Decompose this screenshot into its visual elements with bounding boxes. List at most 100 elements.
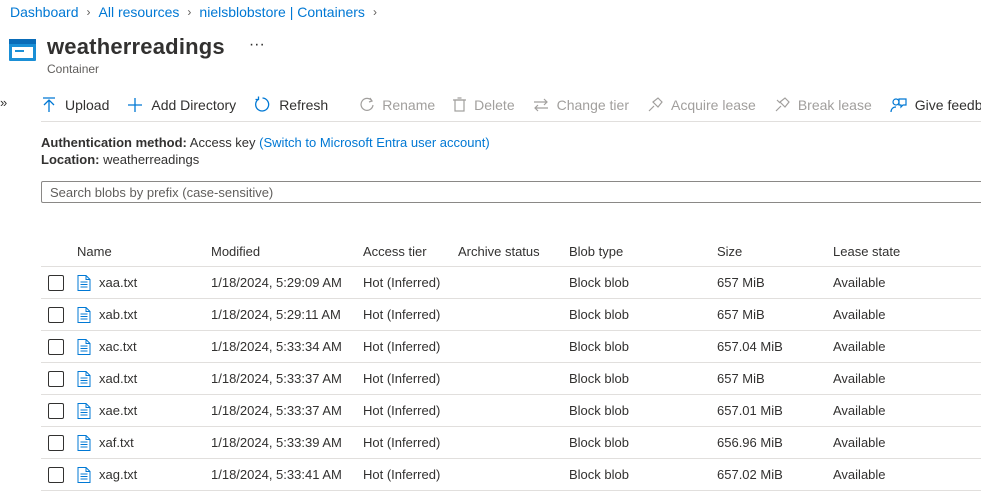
auth-method-row: Authentication method: Access key (Switc… bbox=[41, 134, 490, 151]
row-checkbox[interactable] bbox=[48, 306, 64, 323]
name-cell: xaa.txt bbox=[77, 266, 211, 299]
table-header-row: Name Modified Access tier Archive status… bbox=[41, 236, 981, 267]
acquire-lease-button[interactable]: Acquire lease bbox=[647, 89, 756, 121]
refresh-icon bbox=[255, 96, 270, 112]
file-icon bbox=[77, 370, 91, 387]
blob-name-link[interactable]: xae.txt bbox=[99, 403, 137, 418]
blob-type-cell: Block blob bbox=[569, 394, 717, 427]
header-lease-state[interactable]: Lease state bbox=[833, 236, 981, 267]
breadcrumb: Dashboard › All resources › nielsblobsto… bbox=[10, 4, 385, 20]
file-icon bbox=[77, 274, 91, 291]
header-archive-status[interactable]: Archive status bbox=[458, 236, 569, 267]
row-checkbox[interactable] bbox=[48, 466, 64, 483]
location-row: Location: weatherreadings bbox=[41, 151, 490, 168]
row-checkbox[interactable] bbox=[48, 434, 64, 451]
select-cell bbox=[41, 298, 77, 331]
add-directory-label: Add Directory bbox=[151, 96, 237, 113]
more-options-icon[interactable]: ··· bbox=[249, 36, 265, 54]
access-tier-cell: Hot (Inferred) bbox=[363, 426, 458, 459]
location-label: Location: bbox=[41, 152, 100, 167]
break-lease-label: Break lease bbox=[797, 96, 872, 113]
lease-state-cell: Available bbox=[833, 458, 981, 491]
acquire-lease-label: Acquire lease bbox=[671, 96, 756, 113]
delete-button[interactable]: Delete bbox=[453, 89, 515, 121]
table-row[interactable]: xaa.txt 1/18/2024, 5:29:09 AM Hot (Infer… bbox=[41, 266, 981, 299]
change-tier-label: Change tier bbox=[556, 96, 629, 113]
refresh-label: Refresh bbox=[279, 96, 329, 113]
access-tier-cell: Hot (Inferred) bbox=[363, 266, 458, 299]
header-size[interactable]: Size bbox=[717, 236, 833, 267]
modified-cell: 1/18/2024, 5:33:37 AM bbox=[211, 394, 363, 427]
delete-label: Delete bbox=[474, 96, 515, 113]
blob-type-cell: Block blob bbox=[569, 458, 717, 491]
add-directory-button[interactable]: Add Directory bbox=[127, 89, 236, 121]
header-access-tier[interactable]: Access tier bbox=[363, 236, 458, 267]
size-cell: 657 MiB bbox=[717, 362, 833, 395]
blob-name-link[interactable]: xac.txt bbox=[99, 339, 137, 354]
size-cell: 657 MiB bbox=[717, 298, 833, 331]
size-cell: 657.02 MiB bbox=[717, 458, 833, 491]
row-checkbox[interactable] bbox=[48, 402, 64, 419]
change-tier-button[interactable]: Change tier bbox=[533, 89, 629, 121]
file-icon bbox=[77, 466, 91, 483]
blob-name-link[interactable]: xag.txt bbox=[99, 467, 137, 482]
broken-link-icon bbox=[775, 96, 790, 111]
select-cell bbox=[41, 330, 77, 363]
breadcrumb-containers[interactable]: nielsblobstore | Containers bbox=[199, 4, 365, 20]
table-row[interactable]: xab.txt 1/18/2024, 5:29:11 AM Hot (Infer… bbox=[41, 298, 981, 331]
archive-status-cell bbox=[458, 330, 569, 363]
header-name[interactable]: Name bbox=[77, 236, 211, 267]
swap-icon bbox=[533, 98, 548, 111]
upload-icon bbox=[43, 96, 55, 112]
table-row[interactable]: xae.txt 1/18/2024, 5:33:37 AM Hot (Infer… bbox=[41, 394, 981, 427]
row-checkbox[interactable] bbox=[48, 338, 64, 355]
header-blob-type[interactable]: Blob type bbox=[569, 236, 717, 267]
table-row[interactable]: xad.txt 1/18/2024, 5:33:37 AM Hot (Infer… bbox=[41, 362, 981, 395]
name-cell: xae.txt bbox=[77, 394, 211, 427]
blob-type-cell: Block blob bbox=[569, 362, 717, 395]
name-cell: xaf.txt bbox=[77, 426, 211, 459]
select-cell bbox=[41, 458, 77, 491]
modified-cell: 1/18/2024, 5:33:34 AM bbox=[211, 330, 363, 363]
archive-status-cell bbox=[458, 266, 569, 299]
page-subtitle: Container bbox=[47, 62, 100, 76]
name-cell: xab.txt bbox=[77, 298, 211, 331]
blob-name-link[interactable]: xab.txt bbox=[99, 307, 137, 322]
breadcrumb-all-resources[interactable]: All resources bbox=[99, 4, 180, 20]
modified-cell: 1/18/2024, 5:29:11 AM bbox=[211, 298, 363, 331]
header-select bbox=[41, 236, 77, 267]
select-cell bbox=[41, 394, 77, 427]
table-row[interactable]: xaf.txt 1/18/2024, 5:33:39 AM Hot (Infer… bbox=[41, 426, 981, 459]
size-cell: 656.96 MiB bbox=[717, 426, 833, 459]
auth-method-value: Access key bbox=[189, 135, 256, 150]
give-feedback-button[interactable]: Give feedback bbox=[890, 89, 981, 121]
blob-name-link[interactable]: xaf.txt bbox=[99, 435, 134, 450]
header-modified[interactable]: Modified bbox=[211, 236, 363, 267]
page-title: weatherreadings bbox=[47, 34, 225, 59]
blob-name-link[interactable]: xaa.txt bbox=[99, 275, 137, 290]
row-checkbox[interactable] bbox=[48, 274, 64, 291]
switch-auth-link[interactable]: (Switch to Microsoft Entra user account) bbox=[259, 135, 489, 150]
row-checkbox[interactable] bbox=[48, 370, 64, 387]
size-cell: 657 MiB bbox=[717, 266, 833, 299]
access-tier-cell: Hot (Inferred) bbox=[363, 330, 458, 363]
blob-type-cell: Block blob bbox=[569, 426, 717, 459]
upload-button[interactable]: Upload bbox=[41, 89, 109, 121]
feedback-icon bbox=[890, 97, 907, 112]
search-blobs-input[interactable] bbox=[41, 181, 981, 203]
blob-name-link[interactable]: xad.txt bbox=[99, 371, 137, 386]
table-row[interactable]: xag.txt 1/18/2024, 5:33:41 AM Hot (Infer… bbox=[41, 458, 981, 491]
lease-state-cell: Available bbox=[833, 330, 981, 363]
table-row[interactable]: xac.txt 1/18/2024, 5:33:34 AM Hot (Infer… bbox=[41, 330, 981, 363]
access-tier-cell: Hot (Inferred) bbox=[363, 458, 458, 491]
expand-menu-icon[interactable]: » bbox=[0, 95, 7, 110]
rename-button[interactable]: Rename bbox=[360, 89, 435, 121]
link-icon bbox=[648, 96, 663, 111]
refresh-button[interactable]: Refresh bbox=[254, 89, 328, 121]
chevron-right-icon: › bbox=[187, 5, 192, 19]
lease-state-cell: Available bbox=[833, 362, 981, 395]
breadcrumb-dashboard[interactable]: Dashboard bbox=[10, 4, 79, 20]
rename-icon bbox=[360, 97, 374, 111]
size-cell: 657.04 MiB bbox=[717, 330, 833, 363]
break-lease-button[interactable]: Break lease bbox=[774, 89, 872, 121]
